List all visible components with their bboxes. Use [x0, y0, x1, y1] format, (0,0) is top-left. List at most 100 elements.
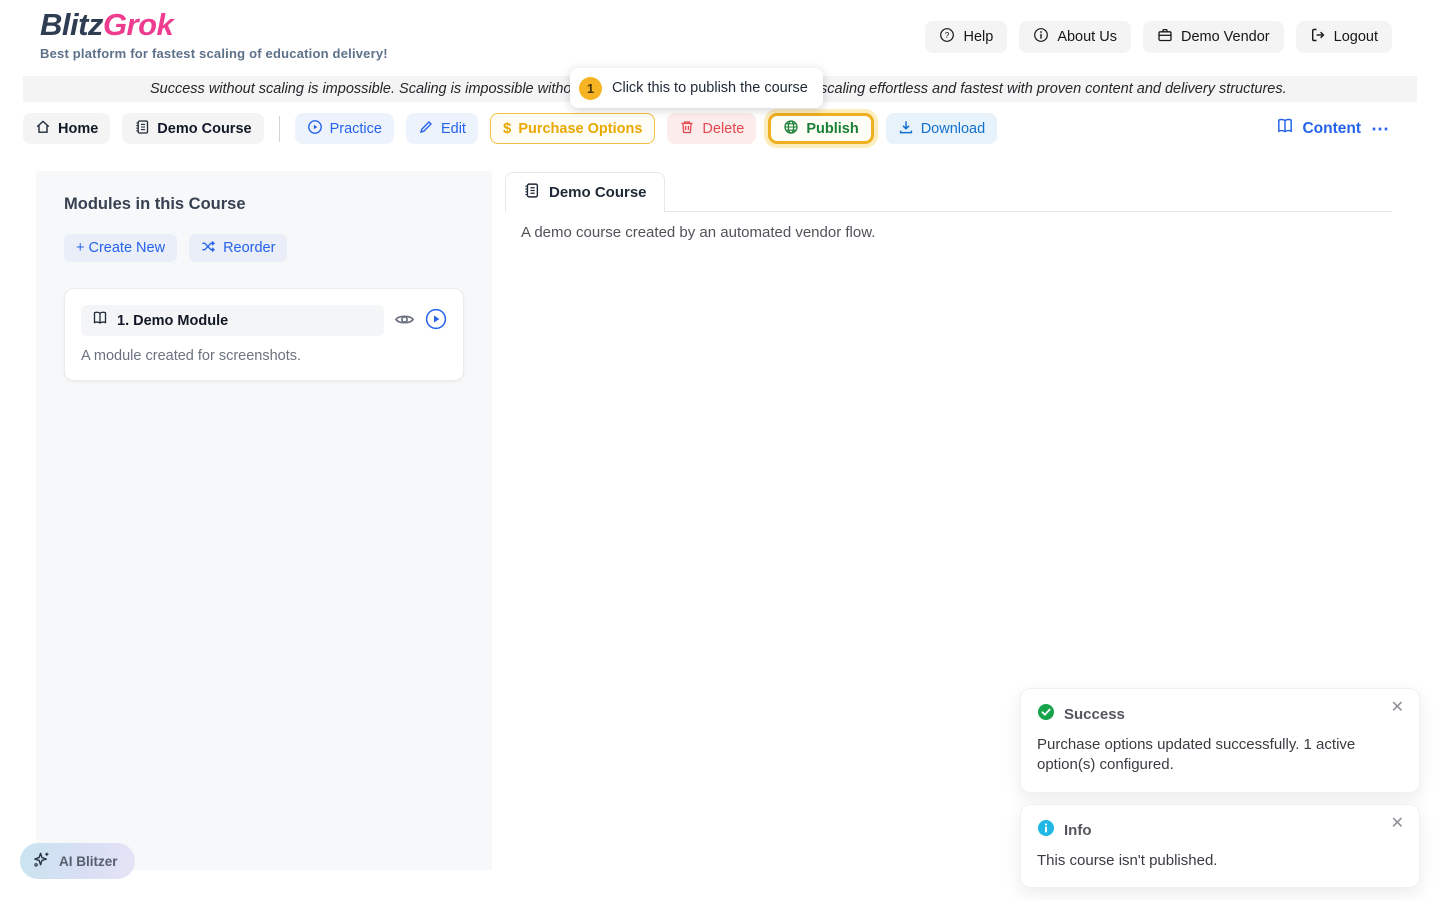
download-icon	[898, 119, 914, 139]
toast-info-title: Info	[1064, 822, 1092, 839]
toast-stack: Success ✕ Purchase options updated succe…	[1020, 688, 1420, 888]
trash-icon	[679, 119, 695, 139]
page: BlitzGrok Best platform for fastest scal…	[0, 0, 1440, 900]
logo-part-grok: Grok	[103, 7, 173, 42]
open-book-icon	[1276, 117, 1294, 140]
dollar-icon: $	[503, 120, 511, 137]
toast-info-head: Info	[1037, 819, 1403, 842]
sidebar-title: Modules in this Course	[64, 195, 464, 214]
sparkles-icon	[32, 850, 51, 872]
content-button[interactable]: Content	[1276, 117, 1361, 140]
practice-button[interactable]: Practice	[295, 113, 394, 144]
logout-icon	[1310, 27, 1326, 47]
play-module-button[interactable]	[425, 308, 447, 333]
home-button[interactable]: Home	[23, 113, 110, 144]
toast-success-head: Success	[1037, 703, 1403, 726]
tagline: Best platform for fastest scaling of edu…	[40, 46, 388, 61]
create-new-label: + Create New	[76, 240, 165, 256]
download-button[interactable]: Download	[886, 113, 998, 144]
toast-info: Info ✕ This course isn't published.	[1020, 804, 1420, 888]
edit-button[interactable]: Edit	[406, 113, 478, 144]
pencil-icon	[418, 119, 434, 139]
toast-success-message: Purchase options updated successfully. 1…	[1037, 735, 1403, 776]
header: BlitzGrok Best platform for fastest scal…	[0, 0, 1440, 76]
play-module-icon	[425, 308, 447, 333]
help-label: Help	[963, 29, 993, 45]
module-head: 1. Demo Module	[81, 305, 447, 336]
close-icon: ✕	[1391, 699, 1404, 716]
content-actions: Content ⋯	[1276, 113, 1392, 144]
eye-icon	[394, 309, 415, 333]
tab-demo-course[interactable]: Demo Course	[505, 172, 665, 212]
course-description: A demo course created by an automated ve…	[521, 224, 875, 241]
modules-sidebar: Modules in this Course + Create New Reor…	[36, 171, 492, 870]
svg-text:?: ?	[945, 30, 950, 40]
logo-part-blitz: Blitz	[40, 7, 103, 42]
notebook-icon	[134, 119, 150, 139]
home-icon	[35, 119, 51, 139]
ellipsis-icon: ⋯	[1371, 119, 1390, 139]
course-breadcrumb-label: Demo Course	[157, 121, 251, 137]
delete-button[interactable]: Delete	[667, 113, 756, 144]
header-nav: ? Help About Us Demo Vendor Logout	[925, 21, 1392, 53]
close-icon: ✕	[1391, 815, 1404, 832]
ai-blitzer-label: AI Blitzer	[59, 854, 118, 869]
course-breadcrumb-button[interactable]: Demo Course	[122, 113, 263, 144]
demo-vendor-button[interactable]: Demo Vendor	[1143, 21, 1284, 53]
tab-bar-line	[665, 172, 1392, 212]
reorder-button[interactable]: Reorder	[189, 234, 287, 262]
logo-text: BlitzGrok	[40, 8, 388, 42]
toast-success: Success ✕ Purchase options updated succe…	[1020, 688, 1420, 793]
publish-label: Publish	[806, 121, 858, 137]
briefcase-icon	[1157, 27, 1173, 47]
publish-button[interactable]: Publish	[768, 113, 873, 144]
logo: BlitzGrok Best platform for fastest scal…	[40, 8, 388, 61]
help-icon: ?	[939, 27, 955, 47]
home-label: Home	[58, 121, 98, 137]
toast-success-close-button[interactable]: ✕	[1391, 700, 1404, 716]
module-titlebar[interactable]: 1. Demo Module	[81, 305, 384, 336]
create-new-button[interactable]: + Create New	[64, 234, 177, 262]
edit-label: Edit	[441, 121, 466, 137]
more-options-button[interactable]: ⋯	[1369, 120, 1392, 138]
module-title: 1. Demo Module	[117, 313, 228, 329]
download-label: Download	[921, 121, 986, 137]
purchase-options-button[interactable]: $ Purchase Options	[490, 113, 655, 144]
preview-module-button[interactable]	[394, 309, 415, 333]
module-book-icon	[92, 310, 108, 331]
info-icon	[1033, 27, 1049, 47]
content-label: Content	[1302, 120, 1361, 138]
practice-label: Practice	[330, 121, 382, 137]
shuffle-icon	[201, 239, 216, 258]
logout-button[interactable]: Logout	[1296, 21, 1392, 53]
publish-tooltip: 1 Click this to publish the course	[570, 68, 823, 108]
about-us-button[interactable]: About Us	[1019, 21, 1131, 53]
toast-info-close-button[interactable]: ✕	[1391, 816, 1404, 832]
main-tabs: Demo Course	[505, 172, 1392, 212]
module-card: 1. Demo Module A module created for scre…	[64, 288, 464, 381]
toast-success-title: Success	[1064, 706, 1125, 723]
demo-vendor-label: Demo Vendor	[1181, 29, 1270, 45]
ai-blitzer-button[interactable]: AI Blitzer	[20, 843, 135, 879]
logout-label: Logout	[1334, 29, 1378, 45]
purchase-options-label: Purchase Options	[518, 121, 642, 137]
success-check-icon	[1037, 703, 1055, 726]
toolbar: Home Demo Course Practice Edit $ Purchas…	[23, 113, 997, 144]
toolbar-divider	[279, 116, 280, 142]
delete-label: Delete	[702, 121, 744, 137]
info-circle-icon	[1037, 819, 1055, 842]
help-button[interactable]: ? Help	[925, 21, 1007, 53]
tab-notebook-icon	[523, 182, 540, 203]
sidebar-actions: + Create New Reorder	[64, 234, 464, 262]
reorder-label: Reorder	[223, 240, 275, 256]
tab-label: Demo Course	[549, 184, 647, 201]
marquee-text-left: Success without scaling is impossible. S…	[150, 76, 571, 102]
globe-icon	[783, 119, 799, 139]
play-circle-icon	[307, 119, 323, 139]
toast-info-message: This course isn't published.	[1037, 851, 1403, 871]
module-description: A module created for screenshots.	[81, 348, 447, 364]
marquee-text-right: scaling effortless and fastest with prov…	[820, 76, 1287, 102]
tooltip-step-badge: 1	[579, 77, 602, 100]
about-us-label: About Us	[1057, 29, 1117, 45]
tooltip-text: Click this to publish the course	[612, 80, 808, 96]
